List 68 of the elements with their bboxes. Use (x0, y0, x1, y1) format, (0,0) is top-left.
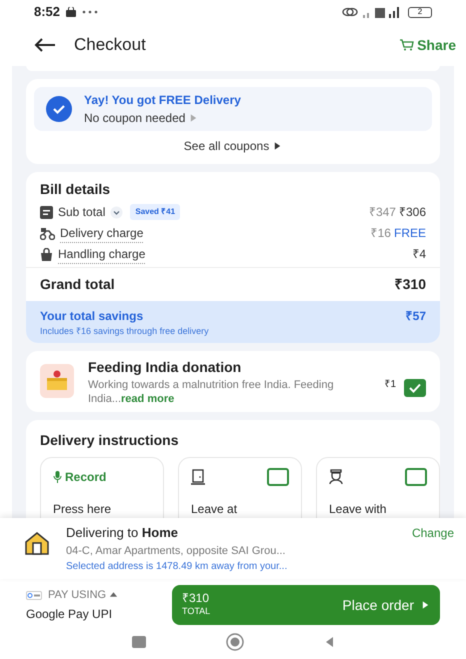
microphone-icon (53, 470, 62, 482)
bill-value: ₹306 (398, 204, 426, 221)
scooter-icon (40, 226, 55, 240)
home-button[interactable] (226, 633, 244, 651)
coupon-title: Yay! You got FREE Delivery (84, 92, 241, 109)
address-warning: Selected address is 1478.49 km away from your... (66, 560, 288, 574)
caret-icon (109, 590, 118, 600)
original-price: ₹347 (368, 204, 396, 221)
chevron-icon (273, 141, 282, 151)
chevron-icon (421, 600, 430, 610)
back-icon[interactable] (34, 38, 56, 52)
savings-note: Includes ₹16 savings through free delivery (40, 325, 209, 338)
option-text: Leave at (191, 500, 238, 518)
delivery-heading: Delivering to Home (66, 524, 178, 542)
original-price: ₹16 (370, 225, 391, 242)
option-text: Leave with (329, 500, 388, 518)
bill-value: ₹4 (412, 246, 426, 263)
saved-badge: Saved ₹41 (130, 204, 180, 220)
chevron-icon (189, 113, 198, 123)
check-circle-icon (46, 96, 72, 122)
change-button[interactable]: Change (412, 523, 454, 542)
donation-price: ₹1 (384, 378, 396, 392)
payment-method: Google Pay UPI (26, 606, 114, 624)
grand-total-label: Grand total (40, 275, 115, 294)
checkbox[interactable] (405, 468, 427, 486)
see-all-coupons-link[interactable]: See all coupons (34, 131, 432, 156)
door-icon (191, 468, 205, 484)
bag-icon (40, 248, 53, 260)
order-total-label: TOTAL (182, 605, 210, 618)
status-time: 8:52 (34, 3, 60, 22)
page-title: Checkout (74, 34, 146, 56)
bill-label: Delivery charge (60, 224, 144, 242)
lock-icon (66, 7, 76, 17)
link-icon (342, 7, 358, 17)
place-order-label: Place order (342, 596, 414, 614)
cart-icon (400, 39, 414, 51)
instructions-title: Delivery instructions (40, 430, 180, 450)
check-icon (409, 382, 421, 392)
record-label: Record (53, 468, 106, 486)
place-order-button[interactable]: ₹310 TOTAL Place order (172, 585, 440, 625)
checkbox[interactable] (404, 378, 426, 396)
expand-icon[interactable] (110, 206, 124, 218)
donation-title: Feeding India donation (88, 358, 242, 377)
more-icon (82, 10, 98, 14)
savings-title: Your total savings (40, 308, 144, 325)
savings-value: ₹57 (406, 308, 426, 325)
recents-button[interactable] (132, 636, 146, 648)
share-button[interactable]: Share (400, 34, 456, 56)
house-icon (24, 531, 50, 555)
coupon-subtitle[interactable]: No coupon needed (84, 109, 186, 127)
battery-level: 2 (418, 8, 422, 16)
checkbox[interactable] (267, 468, 289, 486)
bill-label: Handling charge (58, 244, 146, 264)
grand-total-value: ₹310 (394, 275, 426, 294)
donation-description: Working towards a malnutrition free India. Feeding India...read more (88, 378, 335, 406)
guard-icon (329, 468, 343, 484)
option-text: Press here (53, 500, 112, 518)
back-nav-icon (324, 636, 334, 648)
order-total: ₹310 (182, 592, 210, 605)
donation-box-icon (40, 364, 74, 398)
gpay-logo-icon (26, 590, 42, 600)
bill-value: FREE (394, 225, 426, 242)
bill-title: Bill details (40, 180, 112, 199)
read-more-link[interactable]: read more (121, 392, 174, 404)
receipt-icon (40, 206, 53, 218)
address-line: 04-C, Amar Apartments, opposite SAI Grou... (66, 544, 286, 558)
pay-using-toggle[interactable]: PAY USING (48, 586, 118, 604)
bill-label: Sub total (58, 204, 106, 221)
